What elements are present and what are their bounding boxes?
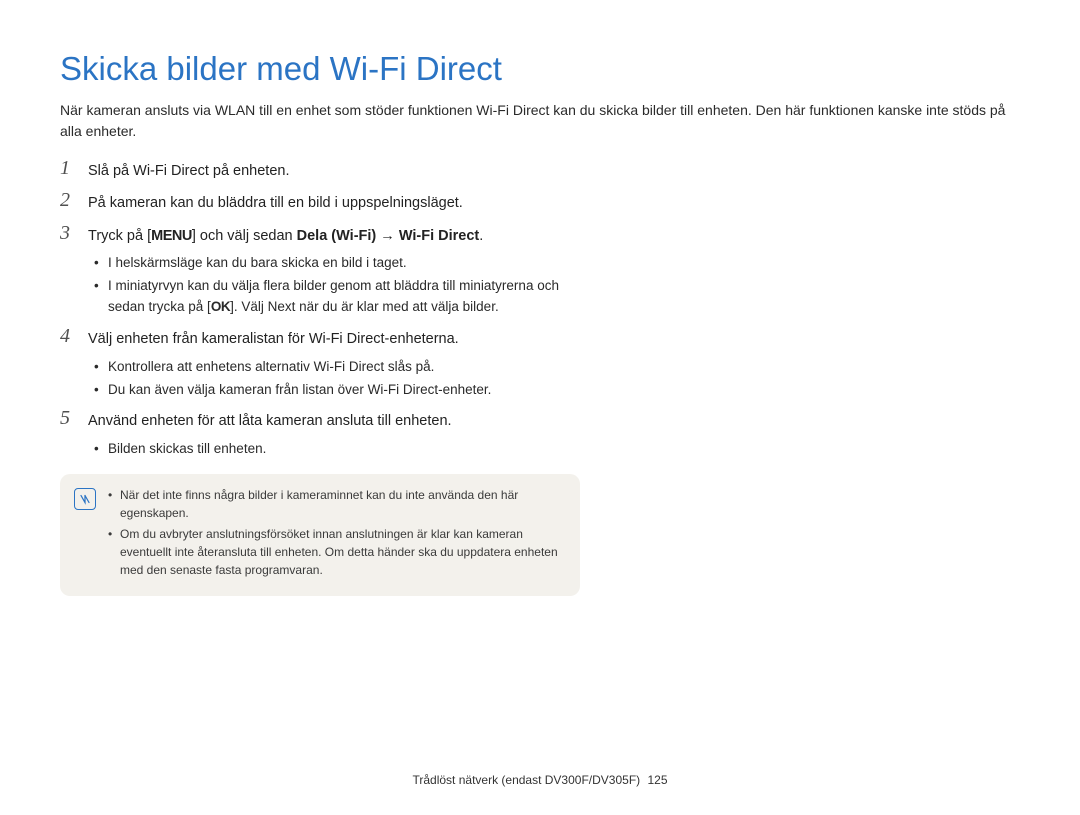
option-wifi-direct: Wi-Fi Direct <box>399 228 479 244</box>
step-3-bullets: I helskärmsläge kan du bara skicka en bi… <box>94 247 580 318</box>
bullet-item: Bilden skickas till enheten. <box>94 439 580 460</box>
bullet-item: I miniatyrvyn kan du välja flera bilder … <box>94 276 580 318</box>
step-5-bullets: Bilden skickas till enheten. <box>94 433 580 460</box>
step-2: 2 På kameran kan du bläddra till en bild… <box>60 192 580 214</box>
text-fragment: när du är klar med att välja bilder. <box>295 299 498 314</box>
bullet-item: Du kan även välja kameran från listan öv… <box>94 380 580 401</box>
option-share-wifi: Dela (Wi-Fi) <box>297 228 377 244</box>
menu-button-label: MENU <box>151 228 192 244</box>
step-number: 3 <box>60 222 70 245</box>
note-item: Om du avbryter anslutningsförsöket innan… <box>108 525 566 579</box>
step-1: 1 Slå på Wi-Fi Direct på enheten. <box>60 160 580 182</box>
steps-list: 1 Slå på Wi-Fi Direct på enheten. 2 På k… <box>60 160 580 596</box>
intro-paragraph: När kameran ansluts via WLAN till en enh… <box>60 100 1020 142</box>
step-number: 1 <box>60 157 70 180</box>
note-item: När det inte finns några bilder i kamera… <box>108 486 566 522</box>
step-text: Tryck på [MENU] och välj sedan Dela (Wi-… <box>88 225 580 247</box>
note-box: När det inte finns några bilder i kamera… <box>60 474 580 596</box>
bullet-item: Kontrollera att enhetens alternativ Wi-F… <box>94 357 580 378</box>
step-text: Slå på Wi-Fi Direct på enheten. <box>88 160 580 182</box>
step-5: 5 Använd enheten för att låta kameran an… <box>60 410 580 459</box>
step-text: Använd enheten för att låta kameran ansl… <box>88 410 580 432</box>
page-footer: Trådlöst nätverk (endast DV300F/DV305F) … <box>0 773 1080 787</box>
text-fragment: ] och välj sedan <box>192 228 297 244</box>
step-number: 2 <box>60 189 70 212</box>
step-number: 5 <box>60 407 70 430</box>
step-4: 4 Välj enheten från kameralistan för Wi-… <box>60 328 580 400</box>
text-fragment: Tryck på [ <box>88 228 151 244</box>
bullet-item: I helskärmsläge kan du bara skicka en bi… <box>94 253 580 274</box>
ok-button-label: OK <box>211 299 230 314</box>
step-3: 3 Tryck på [MENU] och välj sedan Dela (W… <box>60 225 580 318</box>
footer-text: Trådlöst nätverk (endast DV300F/DV305F) <box>412 773 640 787</box>
step-4-bullets: Kontrollera att enhetens alternativ Wi-F… <box>94 351 580 401</box>
page-number: 125 <box>647 773 667 787</box>
page-title: Skicka bilder med Wi-Fi Direct <box>60 50 1020 88</box>
step-text: På kameran kan du bläddra till en bild i… <box>88 192 580 214</box>
step-text: Välj enheten från kameralistan för Wi-Fi… <box>88 328 580 350</box>
text-fragment: ]. Välj <box>230 299 268 314</box>
step-number: 4 <box>60 325 70 348</box>
document-page: Skicka bilder med Wi-Fi Direct När kamer… <box>0 0 1080 815</box>
note-icon <box>74 488 96 510</box>
note-list: När det inte finns några bilder i kamera… <box>108 486 566 582</box>
next-button-label: Next <box>268 299 296 314</box>
text-fragment: . <box>479 228 483 244</box>
arrow-icon: → <box>376 228 399 244</box>
